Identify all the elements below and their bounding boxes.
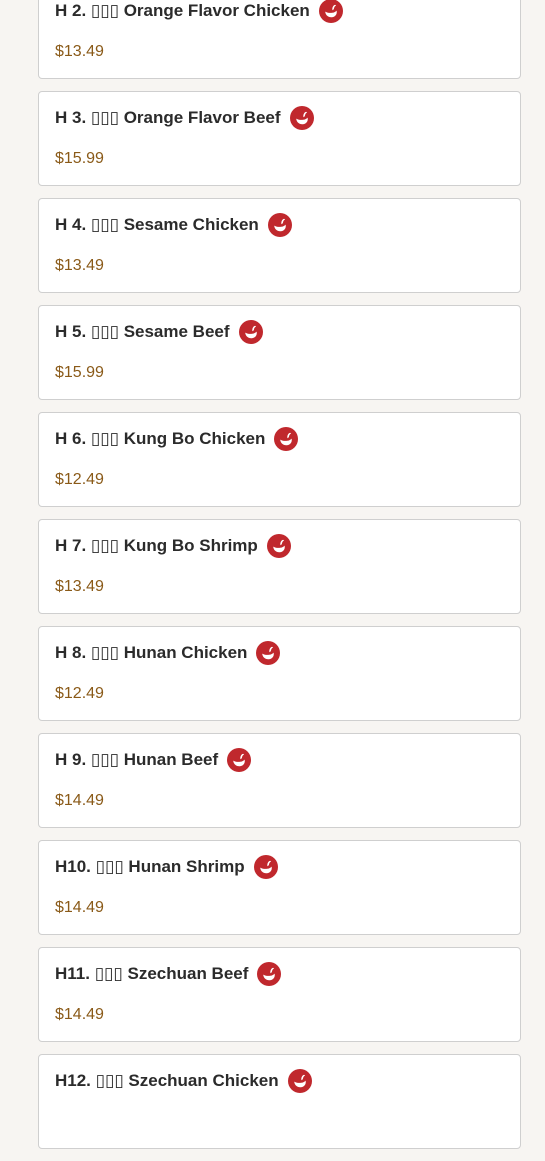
- menu-item-list: H 2. ▯▯▯ Orange Flavor Chicken $13.49 H …: [38, 0, 521, 1161]
- menu-item-title-row: H 7. ▯▯▯ Kung Bo Shrimp: [55, 534, 291, 558]
- spicy-pepper-icon: [257, 962, 282, 986]
- spicy-pepper-icon: [287, 1069, 312, 1093]
- menu-item-title-row: H 5. ▯▯▯ Sesame Beef: [55, 320, 263, 344]
- menu-item-price: $13.49: [55, 578, 104, 595]
- menu-item-card[interactable]: H 2. ▯▯▯ Orange Flavor Chicken $13.49: [38, 0, 521, 79]
- menu-item-card[interactable]: H 5. ▯▯▯ Sesame Beef $15.99: [38, 305, 521, 400]
- menu-item-card[interactable]: H 9. ▯▯▯ Hunan Beef $14.49: [38, 733, 521, 828]
- menu-item-price: $14.49: [55, 792, 104, 809]
- menu-item-title: H 8. ▯▯▯ Hunan Chicken: [55, 643, 248, 662]
- menu-item-card[interactable]: H 3. ▯▯▯ Orange Flavor Beef $15.99: [38, 91, 521, 186]
- menu-item-price: $12.49: [55, 471, 104, 488]
- menu-item-title: H 4. ▯▯▯ Sesame Chicken: [55, 215, 259, 234]
- menu-item-title: H 2. ▯▯▯ Orange Flavor Chicken: [55, 1, 310, 20]
- menu-item-card[interactable]: H11. ▯▯▯ Szechuan Beef $14.49: [38, 947, 521, 1042]
- menu-item-title-row: H10. ▯▯▯ Hunan Shrimp: [55, 855, 278, 879]
- menu-item-card[interactable]: H 7. ▯▯▯ Kung Bo Shrimp $13.49: [38, 519, 521, 614]
- menu-item-title-row: H 2. ▯▯▯ Orange Flavor Chicken: [55, 0, 343, 23]
- spicy-pepper-icon: [267, 213, 292, 237]
- menu-item-price: $15.99: [55, 150, 104, 167]
- menu-item-price: $13.49: [55, 257, 104, 274]
- menu-item-title-row: H 8. ▯▯▯ Hunan Chicken: [55, 641, 281, 665]
- menu-item-card[interactable]: H 4. ▯▯▯ Sesame Chicken $13.49: [38, 198, 521, 293]
- menu-item-title: H12. ▯▯▯ Szechuan Chicken: [55, 1071, 279, 1090]
- menu-item-price: $13.49: [55, 43, 104, 60]
- spicy-pepper-icon: [238, 320, 263, 344]
- menu-item-card[interactable]: H12. ▯▯▯ Szechuan Chicken: [38, 1054, 521, 1149]
- menu-item-title: H 9. ▯▯▯ Hunan Beef: [55, 750, 219, 769]
- spicy-pepper-icon: [318, 0, 343, 23]
- menu-item-title-row: H12. ▯▯▯ Szechuan Chicken: [55, 1069, 312, 1093]
- menu-item-title-row: H 9. ▯▯▯ Hunan Beef: [55, 748, 252, 772]
- spicy-pepper-icon: [289, 106, 314, 130]
- menu-item-price: $15.99: [55, 364, 104, 381]
- spicy-pepper-icon: [256, 641, 281, 665]
- spicy-pepper-icon: [253, 855, 278, 879]
- menu-item-title-row: H 6. ▯▯▯ Kung Bo Chicken: [55, 427, 299, 451]
- menu-item-title: H 3. ▯▯▯ Orange Flavor Beef: [55, 108, 281, 127]
- spicy-pepper-icon: [274, 427, 299, 451]
- menu-item-price: $14.49: [55, 899, 104, 916]
- menu-item-title: H 6. ▯▯▯ Kung Bo Chicken: [55, 429, 266, 448]
- menu-item-title: H 5. ▯▯▯ Sesame Beef: [55, 322, 230, 341]
- spicy-pepper-icon: [227, 748, 252, 772]
- menu-item-price: $14.49: [55, 1006, 104, 1023]
- spicy-pepper-icon: [266, 534, 291, 558]
- menu-item-title-row: H11. ▯▯▯ Szechuan Beef: [55, 962, 282, 986]
- menu-item-title: H10. ▯▯▯ Hunan Shrimp: [55, 857, 245, 876]
- menu-item-card[interactable]: H 8. ▯▯▯ Hunan Chicken $12.49: [38, 626, 521, 721]
- menu-item-price: $12.49: [55, 685, 104, 702]
- menu-item-title: H11. ▯▯▯ Szechuan Beef: [55, 964, 249, 983]
- menu-item-title-row: H 3. ▯▯▯ Orange Flavor Beef: [55, 106, 314, 130]
- menu-item-card[interactable]: H10. ▯▯▯ Hunan Shrimp $14.49: [38, 840, 521, 935]
- menu-item-title-row: H 4. ▯▯▯ Sesame Chicken: [55, 213, 292, 237]
- menu-item-title: H 7. ▯▯▯ Kung Bo Shrimp: [55, 536, 258, 555]
- menu-item-card[interactable]: H 6. ▯▯▯ Kung Bo Chicken $12.49: [38, 412, 521, 507]
